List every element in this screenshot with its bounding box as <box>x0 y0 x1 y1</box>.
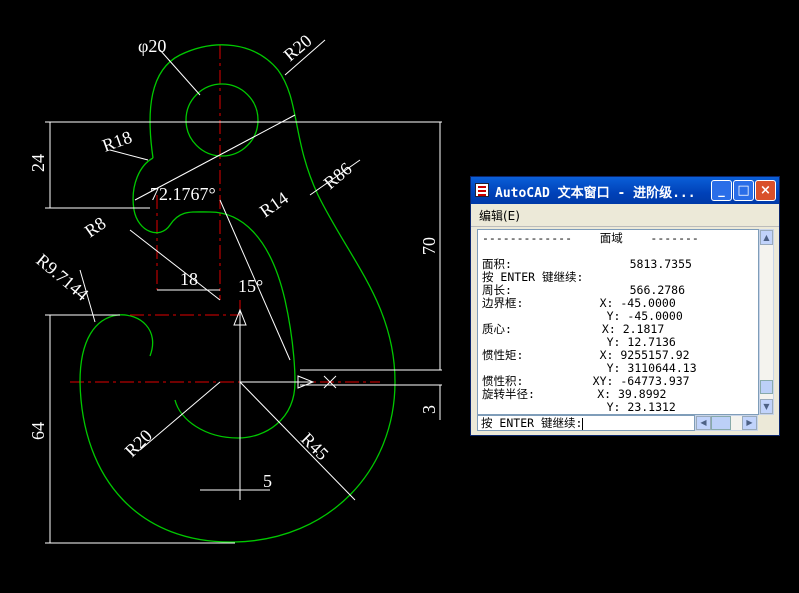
output-line: Y: 23.1312 <box>482 400 676 414</box>
dim-r20-bottom: R20 <box>121 425 156 460</box>
autocad-app-icon[interactable] <box>475 183 489 197</box>
ext-line <box>159 49 201 96</box>
title-bar[interactable]: AutoCAD 文本窗口 - 进阶级... _ □ × <box>471 177 779 204</box>
scroll-left-icon[interactable]: ◀ <box>696 416 711 430</box>
command-prompt: 按 ENTER 键继续: <box>481 416 583 430</box>
dim-5: 5 <box>263 471 272 491</box>
scroll-thumb[interactable] <box>760 380 773 394</box>
command-input[interactable]: 按 ENTER 键继续: <box>477 415 695 431</box>
dim-18: 18 <box>180 269 198 289</box>
scroll-thumb-horizontal[interactable] <box>711 416 731 430</box>
horizontal-scrollbar[interactable]: ◀ ▶ <box>695 415 758 431</box>
dim-r18: R18 <box>100 127 135 156</box>
dim-15deg: 15° <box>238 276 263 296</box>
ext-line <box>239 381 356 501</box>
text-caret <box>582 417 584 430</box>
dim-r45: R45 <box>297 429 332 464</box>
output-line: ------------- 面域 ------- <box>482 231 699 245</box>
scroll-right-icon[interactable]: ▶ <box>742 416 757 430</box>
window-title: AutoCAD 文本窗口 - 进阶级... <box>495 186 696 201</box>
scroll-up-icon[interactable]: ▲ <box>760 230 773 245</box>
dim-24: 24 <box>28 154 48 172</box>
dim-64: 64 <box>28 422 48 440</box>
dim-angle: 72.1767° <box>150 184 216 204</box>
dim-r20-top: R20 <box>280 30 316 65</box>
menu-edit[interactable]: 编辑(E) <box>479 207 520 224</box>
dim-r9-7144: R9.7144 <box>32 250 92 305</box>
dim-70: 70 <box>419 237 439 255</box>
menu-bar: 编辑(E) <box>471 204 779 227</box>
close-button[interactable]: × <box>755 180 776 201</box>
dim-r14: R14 <box>256 188 292 222</box>
hole-phi20 <box>185 83 259 157</box>
autocad-text-window[interactable]: AutoCAD 文本窗口 - 进阶级... _ □ × 编辑(E) ------… <box>470 176 780 436</box>
dim-phi20: φ20 <box>138 36 166 56</box>
vertical-scrollbar[interactable]: ▲ ▼ <box>759 229 774 415</box>
maximize-button[interactable]: □ <box>733 180 754 201</box>
minimize-button[interactable]: _ <box>711 180 732 201</box>
dim-r8: R8 <box>81 213 110 241</box>
dim-3: 3 <box>419 405 439 414</box>
dim-r86: R86 <box>320 158 356 193</box>
scroll-down-icon[interactable]: ▼ <box>760 399 773 414</box>
text-output[interactable]: ------------- 面域 ------- 面积: 5813.7355 按… <box>477 229 759 415</box>
